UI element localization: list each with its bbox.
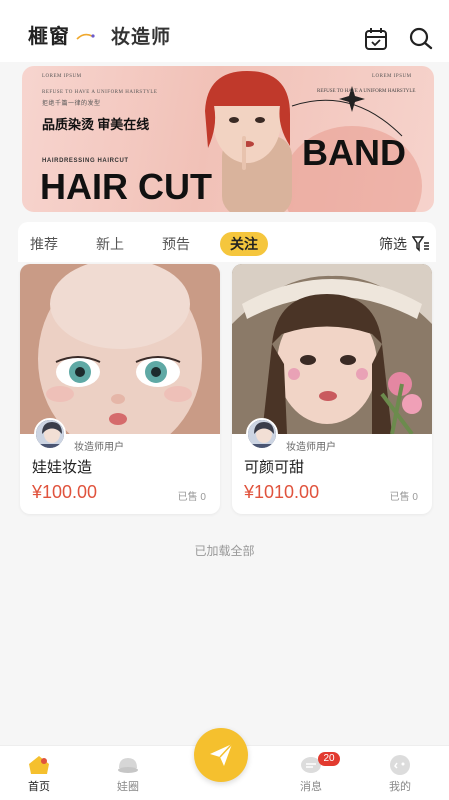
- doll-face-image: [20, 264, 220, 434]
- header: 榧窗 妆造师: [0, 0, 449, 62]
- banner-band: BAND: [302, 132, 406, 173]
- calendar-icon[interactable]: [363, 26, 389, 52]
- tab-recommend[interactable]: 推荐: [30, 234, 58, 254]
- banner-sub: HAIRDRESSING HAIRCUT: [42, 158, 129, 164]
- search-icon[interactable]: [408, 26, 434, 52]
- tabbar-community[interactable]: 娃圈: [98, 746, 158, 800]
- product-card[interactable]: 妆造师用户 可颜可甜 ¥1010.00 已售 0: [232, 264, 432, 514]
- makeup-girl-image: [232, 264, 432, 434]
- tab-preview[interactable]: 预告: [162, 234, 190, 254]
- tabbar-home[interactable]: 首页: [9, 746, 69, 800]
- card-title: 可颜可甜: [244, 459, 305, 476]
- community-icon: [118, 758, 138, 773]
- banner-refuse-right: REFUSE TO HAVE A UNIFORM HAIRSTYLE: [317, 89, 416, 94]
- sparkle-icon: [76, 33, 95, 40]
- tabbar-profile[interactable]: 我的: [370, 746, 430, 800]
- banner-lorem-left: LOREM IPSUM: [42, 74, 82, 79]
- home-icon: [29, 756, 49, 774]
- banner-refuse-left: REFUSE TO HAVE A UNIFORM HAIRSTYLE: [42, 90, 158, 95]
- banner-headline: HAIR CUT: [40, 166, 212, 207]
- load-status: 已加载全部: [194, 544, 255, 558]
- author-avatar[interactable]: [246, 418, 278, 450]
- sold-count: 已售 0: [389, 492, 418, 503]
- card-title: 娃娃妆造: [32, 459, 93, 476]
- tab-follow[interactable]: 关注: [220, 232, 268, 256]
- price: ¥1010.00: [244, 482, 320, 502]
- profile-icon: [390, 755, 410, 775]
- author-name: 妆造师用户: [286, 442, 336, 453]
- tabbar-label: 消息: [300, 781, 322, 793]
- category-tabs: 推荐 新上 预告 关注 筛选: [18, 222, 436, 262]
- message-badge: 20: [318, 752, 340, 766]
- product-card[interactable]: 妆造师用户 娃娃妆造 ¥100.00 已售 0: [20, 264, 220, 514]
- send-icon: [210, 743, 233, 766]
- author-name: 妆造师用户: [74, 442, 124, 453]
- tabbar-label: 首页: [28, 781, 50, 793]
- banner-lorem-right: LOREM IPSUM: [372, 74, 412, 79]
- author-avatar[interactable]: [34, 418, 66, 450]
- tab-new[interactable]: 新上: [96, 234, 124, 254]
- sold-count: 已售 0: [177, 492, 206, 503]
- filter-icon[interactable]: [412, 235, 430, 253]
- price: ¥100.00: [32, 482, 98, 502]
- tabbar-label: 我的: [389, 781, 411, 793]
- banner-small-cn: 拒绝千篇一律的发型: [42, 101, 101, 107]
- brand-logo: 榧窗: [28, 26, 70, 48]
- tabbar-label: 娃圈: [117, 781, 139, 793]
- promo-banner[interactable]: LOREM IPSUM REFUSE TO HAVE A UNIFORM HAI…: [22, 66, 434, 212]
- page-title: 妆造师: [111, 27, 172, 48]
- filter-button[interactable]: 筛选: [379, 234, 407, 254]
- banner-slogan: 品质染烫 审美在线: [42, 117, 150, 132]
- publish-button[interactable]: [194, 728, 248, 782]
